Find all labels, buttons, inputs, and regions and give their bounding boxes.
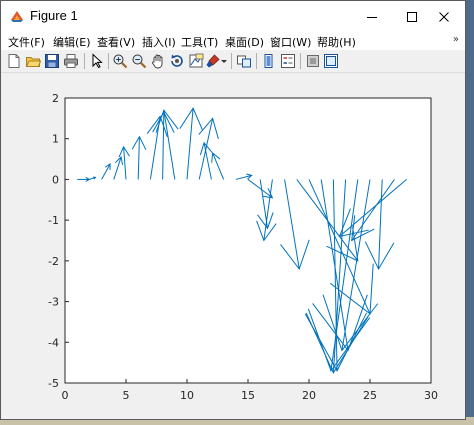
print-icon[interactable] bbox=[63, 53, 79, 69]
x-tick-label: 25 bbox=[363, 389, 377, 402]
x-tick-label: 5 bbox=[123, 389, 130, 402]
hide-plot-tools-icon[interactable] bbox=[305, 53, 321, 69]
y-tick-label: 2 bbox=[52, 92, 59, 105]
title-bar[interactable]: Figure 1 bbox=[1, 1, 465, 32]
brush-icon[interactable] bbox=[205, 53, 221, 69]
x-tick-label: 0 bbox=[62, 389, 69, 402]
menu-file[interactable]: 文件(F) bbox=[8, 34, 45, 50]
x-tick-label: 10 bbox=[180, 389, 194, 402]
y-tick-label: 1 bbox=[52, 133, 59, 146]
maximize-icon bbox=[407, 11, 417, 22]
x-tick-label: 15 bbox=[241, 389, 255, 402]
new-figure-icon[interactable] bbox=[6, 53, 22, 69]
figure-window: Figure 1 文件(F) 编辑(E) 查看(V) 插入(I) 工具(T) 桌… bbox=[0, 0, 466, 420]
menu-tools[interactable]: 工具(T) bbox=[181, 34, 218, 50]
y-tick-label: -1 bbox=[48, 214, 59, 227]
menu-desktop[interactable]: 桌面(D) bbox=[225, 34, 264, 50]
brush-dropdown-icon[interactable] bbox=[220, 53, 228, 69]
axes-background bbox=[65, 98, 431, 383]
y-tick-label: -4 bbox=[48, 336, 59, 349]
y-tick-label: 0 bbox=[52, 173, 59, 186]
open-file-icon[interactable] bbox=[25, 53, 41, 69]
menu-window[interactable]: 窗口(W) bbox=[270, 34, 311, 50]
legend-icon[interactable] bbox=[280, 53, 296, 69]
menu-insert[interactable]: 插入(I) bbox=[142, 34, 176, 50]
menu-bar: 文件(F) 编辑(E) 查看(V) 插入(I) 工具(T) 桌面(D) 窗口(W… bbox=[1, 32, 465, 50]
menu-view[interactable]: 查看(V) bbox=[97, 34, 135, 50]
matlab-app-icon bbox=[11, 11, 23, 22]
colorbar-icon[interactable] bbox=[261, 53, 277, 69]
close-icon bbox=[439, 11, 449, 22]
save-icon[interactable] bbox=[44, 53, 60, 69]
menu-help[interactable]: 帮助(H) bbox=[317, 34, 356, 50]
minimize-icon bbox=[367, 16, 377, 18]
rotate-3d-icon[interactable] bbox=[169, 53, 185, 69]
y-tick-label: -2 bbox=[48, 255, 59, 268]
pan-icon[interactable] bbox=[150, 53, 166, 69]
link-plot-icon[interactable] bbox=[236, 53, 252, 69]
menu-edit[interactable]: 编辑(E) bbox=[53, 34, 91, 50]
y-tick-label: -5 bbox=[48, 377, 59, 390]
toolbar-separator bbox=[300, 53, 301, 69]
figure-canvas[interactable]: 0 5 10 15 20 25 30 2 1 0 -1 -2 -3 -4 -5 bbox=[1, 73, 466, 420]
close-button[interactable] bbox=[421, 1, 465, 32]
quiver-plot[interactable]: 0 5 10 15 20 25 30210-1-2-3-4-5 bbox=[1, 73, 466, 420]
x-tick-label: 20 bbox=[302, 389, 316, 402]
x-tick-label: 30 bbox=[424, 389, 438, 402]
toolbar-separator bbox=[231, 53, 232, 69]
y-tick-label: -3 bbox=[48, 296, 59, 309]
toolbar-separator bbox=[256, 53, 257, 69]
toolbar-separator bbox=[84, 53, 85, 69]
zoom-out-icon[interactable] bbox=[131, 53, 147, 69]
figure-toolbar bbox=[1, 50, 465, 73]
zoom-in-icon[interactable] bbox=[112, 53, 128, 69]
pointer-icon[interactable] bbox=[89, 53, 105, 69]
window-title: Figure 1 bbox=[30, 8, 78, 23]
menu-overflow-icon[interactable]: » bbox=[453, 34, 459, 45]
show-plot-tools-icon[interactable] bbox=[323, 53, 339, 69]
data-cursor-icon[interactable] bbox=[188, 53, 204, 69]
toolbar-separator bbox=[108, 53, 109, 69]
